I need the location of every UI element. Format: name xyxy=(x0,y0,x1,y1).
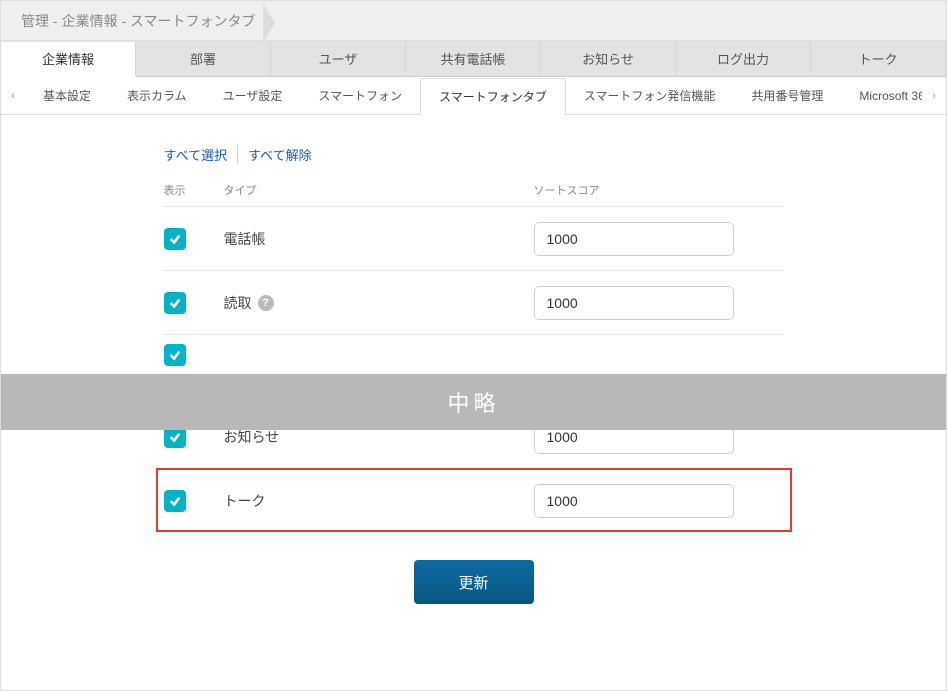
primary-tab-トーク[interactable]: トーク xyxy=(811,41,946,76)
omission-label: 中略 xyxy=(447,386,499,418)
column-headers: 表示 タイプ ソートスコア xyxy=(164,182,784,206)
sub-tab-スマートフォンタブ[interactable]: スマートフォンタブ xyxy=(420,78,566,115)
sub-tab-ユーザ設定[interactable]: ユーザ設定 xyxy=(205,77,301,115)
table-row: 電話帳 xyxy=(164,206,784,270)
sub-tab-表示カラム[interactable]: 表示カラム xyxy=(109,77,205,115)
content: すべて選択 すべて解除 表示 タイプ ソートスコア 電話帳読取? 中略 xyxy=(1,115,946,634)
scroll-left-icon[interactable]: ‹ xyxy=(1,90,25,102)
row-checkbox[interactable] xyxy=(164,344,186,366)
row-type-label: 読取? xyxy=(224,293,534,313)
row-type-label: トーク xyxy=(224,491,534,511)
update-button[interactable]: 更新 xyxy=(414,560,534,604)
sort-score-input[interactable] xyxy=(534,484,734,518)
primary-tab-共有電話帳[interactable]: 共有電話帳 xyxy=(406,41,541,76)
primary-tabs: 企業情報部署ユーザ共有電話帳お知らせログ出力トーク xyxy=(1,41,946,77)
col-header-score: ソートスコア xyxy=(534,182,784,198)
breadcrumb-text: 管理 - 企業情報 - スマートフォンタブ xyxy=(21,11,255,31)
sub-tab-スマートフォン発信機能[interactable]: スマートフォン発信機能 xyxy=(566,77,734,115)
col-header-show: 表示 xyxy=(164,182,224,198)
header-bar: 管理 - 企業情報 - スマートフォンタブ xyxy=(1,1,946,41)
row-checkbox[interactable] xyxy=(164,292,186,314)
button-row: 更新 xyxy=(164,560,784,604)
row-checkbox[interactable] xyxy=(164,490,186,512)
primary-tab-部署[interactable]: 部署 xyxy=(136,41,271,76)
row-checkbox[interactable] xyxy=(164,228,186,250)
scroll-right-icon[interactable]: › xyxy=(922,90,946,102)
select-links: すべて選択 すべて解除 xyxy=(164,145,784,164)
sub-tab-スマートフォン[interactable]: スマートフォン xyxy=(300,77,420,115)
sub-tabs: 基本設定表示カラムユーザ設定スマートフォンスマートフォンタブスマートフォン発信機… xyxy=(25,77,922,115)
sub-tab-Microsoft 365設定[interactable]: Microsoft 365設定 xyxy=(841,77,922,115)
table-row: 読取? xyxy=(164,270,784,334)
primary-tab-企業情報[interactable]: 企業情報 xyxy=(1,42,136,77)
row-type-label: 電話帳 xyxy=(224,229,534,249)
table-row: トーク xyxy=(156,468,792,532)
deselect-all-link[interactable]: すべて解除 xyxy=(238,145,322,164)
sub-tab-基本設定[interactable]: 基本設定 xyxy=(25,77,109,115)
sub-tabs-row: ‹ 基本設定表示カラムユーザ設定スマートフォンスマートフォンタブスマートフォン発… xyxy=(1,77,946,115)
primary-tab-お知らせ[interactable]: お知らせ xyxy=(541,41,676,76)
sort-score-input[interactable] xyxy=(534,286,734,320)
primary-tab-ユーザ[interactable]: ユーザ xyxy=(271,41,406,76)
sub-tab-共用番号管理[interactable]: 共用番号管理 xyxy=(733,77,841,115)
help-icon[interactable]: ? xyxy=(258,295,274,311)
breadcrumb: 管理 - 企業情報 - スマートフォンタブ xyxy=(21,11,275,31)
col-header-type: タイプ xyxy=(224,182,534,198)
primary-tab-ログ出力[interactable]: ログ出力 xyxy=(676,41,811,76)
rows-top: 電話帳読取? xyxy=(164,206,784,334)
sort-score-input[interactable] xyxy=(534,222,734,256)
omission-overlay: 中略 xyxy=(1,374,946,430)
select-all-link[interactable]: すべて選択 xyxy=(164,145,239,164)
table-row-partial-top xyxy=(164,334,784,374)
